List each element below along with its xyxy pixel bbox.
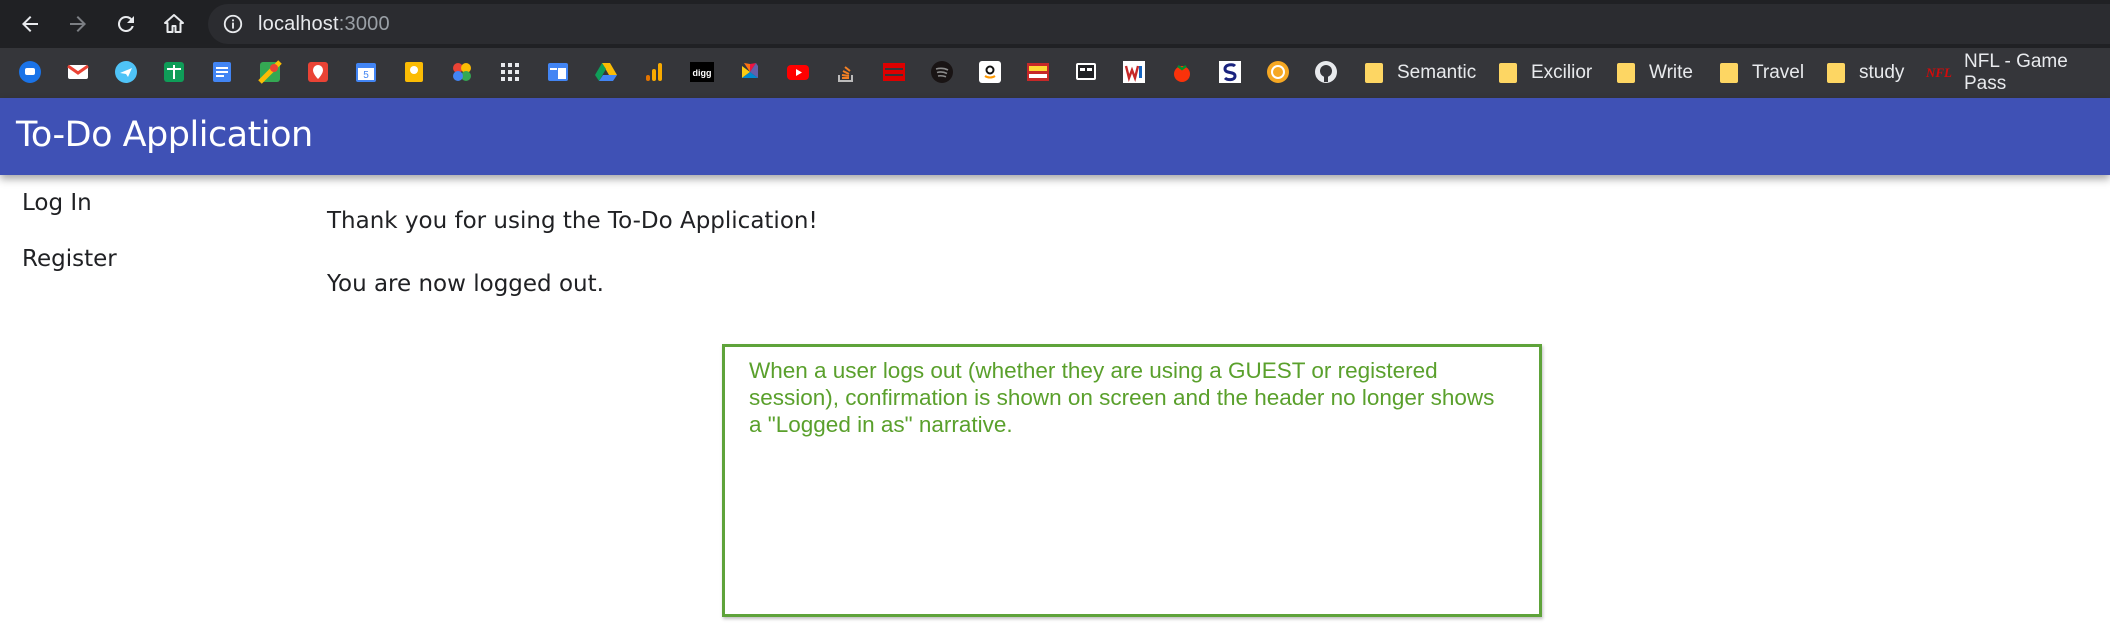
annotation-text: When a user logs out (whether they are u… bbox=[749, 358, 1495, 437]
bookmark-reader[interactable] bbox=[1074, 60, 1098, 84]
browser-toolbar: localhost:3000 bbox=[0, 0, 2110, 48]
bookmark-spotify[interactable] bbox=[930, 60, 954, 84]
app-header: To-Do Application bbox=[0, 98, 2110, 175]
stackoverflow-icon bbox=[838, 66, 853, 82]
forward-arrow-icon bbox=[70, 16, 86, 32]
coin-icon bbox=[1267, 61, 1289, 83]
bookmarks-bar: 5 digg Semantic Excilior Write Travel st… bbox=[0, 48, 2110, 98]
bookmark-folder-label: study bbox=[1859, 62, 1905, 83]
news-icon bbox=[1027, 63, 1049, 81]
bookmark-location[interactable] bbox=[306, 60, 330, 84]
bookmark-stackoverflow[interactable] bbox=[834, 60, 858, 84]
bookmark-youtube[interactable] bbox=[786, 60, 810, 84]
nfl-icon: NFL bbox=[1926, 65, 1952, 80]
bookmark-nbc[interactable] bbox=[738, 60, 762, 84]
bookmark-photos[interactable] bbox=[450, 60, 474, 84]
bookmark-folder-label: Excilior bbox=[1531, 62, 1593, 83]
bookmark-folder-study[interactable]: study bbox=[1827, 59, 1904, 87]
bookmark-bluetooth-app[interactable] bbox=[18, 60, 42, 84]
bookmark-nfl-game-pass[interactable]: NFL NFL - Game Pass bbox=[1926, 51, 2110, 94]
calendar-icon: 5 bbox=[356, 63, 376, 82]
bookmark-flights[interactable] bbox=[114, 60, 138, 84]
register-link[interactable]: Register bbox=[22, 246, 117, 272]
maps-icon bbox=[258, 60, 282, 84]
bookmark-folder-travel[interactable]: Travel bbox=[1720, 59, 1804, 87]
bookmark-folder-icon bbox=[1827, 63, 1845, 83]
login-link[interactable]: Log In bbox=[22, 190, 92, 216]
home-icon bbox=[164, 14, 184, 33]
amazon-icon bbox=[979, 61, 1001, 83]
bluetooth-app-icon bbox=[19, 61, 41, 83]
logged-out-message: You are now logged out. bbox=[327, 271, 604, 297]
bookmark-weather[interactable] bbox=[1122, 60, 1146, 84]
bookmark-folder-icon bbox=[1617, 63, 1635, 83]
youtube-icon bbox=[787, 65, 809, 80]
photos-icon bbox=[453, 63, 471, 81]
nbc-icon bbox=[742, 63, 758, 78]
s-icon bbox=[1219, 61, 1241, 83]
drive-icon bbox=[595, 63, 617, 81]
reload-button[interactable] bbox=[110, 8, 142, 40]
translate-icon bbox=[548, 63, 568, 81]
bookmark-github[interactable] bbox=[1314, 60, 1338, 84]
sheets-icon bbox=[164, 62, 184, 82]
weather-icon bbox=[1123, 61, 1145, 83]
bookmark-folder-icon bbox=[1365, 63, 1383, 83]
bookmark-apps[interactable] bbox=[498, 60, 522, 84]
espn-icon bbox=[883, 63, 905, 81]
address-bar[interactable]: localhost:3000 bbox=[208, 4, 2110, 44]
bookmark-folder-label: Write bbox=[1649, 62, 1693, 83]
digg-label: digg bbox=[693, 68, 712, 78]
docs-icon bbox=[213, 62, 231, 82]
bookmark-folder-excilior[interactable]: Excilior bbox=[1499, 59, 1592, 87]
bookmark-maps[interactable] bbox=[258, 60, 282, 84]
bookmark-s[interactable] bbox=[1218, 60, 1242, 84]
bookmark-folder-icon bbox=[1499, 63, 1517, 83]
back-arrow-icon bbox=[22, 16, 38, 32]
location-pin-icon bbox=[308, 62, 328, 82]
spotify-icon bbox=[931, 61, 953, 83]
forward-button[interactable] bbox=[62, 8, 94, 40]
address-url[interactable]: localhost:3000 bbox=[258, 13, 390, 36]
analytics-icon bbox=[646, 63, 662, 81]
bookmark-translate[interactable] bbox=[546, 60, 570, 84]
home-button[interactable] bbox=[158, 8, 190, 40]
reader-icon bbox=[1076, 63, 1096, 80]
bookmark-docs[interactable] bbox=[210, 60, 234, 84]
keep-icon bbox=[405, 62, 423, 82]
reload-icon bbox=[117, 15, 134, 32]
annotation-box: When a user logs out (whether they are u… bbox=[722, 344, 1542, 617]
site-info-icon[interactable] bbox=[222, 13, 244, 35]
bookmark-keep[interactable] bbox=[402, 60, 426, 84]
bookmark-sheets-plus[interactable] bbox=[162, 60, 186, 84]
tomato-icon bbox=[1174, 65, 1190, 82]
bookmark-analytics[interactable] bbox=[642, 60, 666, 84]
bookmark-calendar[interactable]: 5 bbox=[354, 60, 378, 84]
bookmark-amazon[interactable] bbox=[978, 60, 1002, 84]
flights-icon bbox=[115, 61, 137, 83]
bookmark-news[interactable] bbox=[1026, 60, 1050, 84]
bookmark-gmail[interactable] bbox=[66, 60, 90, 84]
bookmark-folder-write[interactable]: Write bbox=[1617, 59, 1693, 87]
url-host: localhost bbox=[258, 13, 339, 35]
app-title: To-Do Application bbox=[16, 115, 313, 155]
digg-icon: digg bbox=[690, 62, 714, 82]
back-button[interactable] bbox=[14, 8, 46, 40]
bookmark-tomato[interactable] bbox=[1170, 60, 1194, 84]
bookmark-coin[interactable] bbox=[1266, 60, 1290, 84]
bookmark-label: NFL - Game Pass bbox=[1964, 51, 2068, 94]
gmail-icon bbox=[67, 64, 89, 79]
calendar-day: 5 bbox=[363, 70, 369, 81]
bookmark-drive[interactable] bbox=[594, 60, 618, 84]
url-port: :3000 bbox=[338, 13, 390, 35]
bookmark-folder-label: Travel bbox=[1752, 62, 1805, 83]
bookmark-espn[interactable] bbox=[882, 60, 906, 84]
apps-grid-icon bbox=[501, 63, 519, 81]
bookmark-folder-label: Semantic bbox=[1397, 62, 1477, 83]
bookmark-folder-semantic[interactable]: Semantic bbox=[1365, 59, 1476, 87]
bookmark-digg[interactable]: digg bbox=[690, 60, 714, 84]
thanks-message: Thank you for using the To-Do Applicatio… bbox=[327, 208, 818, 234]
bookmark-folder-icon bbox=[1720, 63, 1738, 83]
github-icon bbox=[1315, 61, 1337, 83]
